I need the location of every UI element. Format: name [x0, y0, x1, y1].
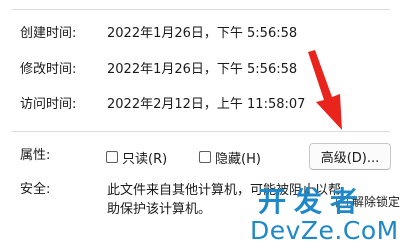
created-time-value: 2022年1月26日，下午 5:56:58	[107, 26, 298, 41]
file-properties-general-panel: 创建时间: 2022年1月26日，下午 5:56:58 修改时间: 2022年1…	[0, 0, 413, 250]
security-label: 安全:	[20, 182, 51, 197]
unblock-checkbox[interactable]: 解除锁定	[336, 193, 400, 210]
red-arrow-annotation	[308, 50, 342, 130]
unblock-checkbox-label: 解除锁定	[352, 195, 401, 209]
top-divider	[12, 9, 390, 10]
readonly-checkbox-label: 只读(R)	[122, 151, 168, 167]
attributes-label: 属性:	[20, 148, 51, 163]
readonly-checkbox[interactable]: 只读(R)	[106, 148, 168, 167]
unblock-checkbox-box[interactable]	[336, 195, 348, 208]
modified-time-value: 2022年1月26日，下午 5:56:58	[107, 62, 298, 77]
created-time-label: 创建时间:	[20, 26, 77, 41]
advanced-button[interactable]: 高级(D)...	[309, 143, 391, 170]
modified-time-label: 修改时间:	[20, 62, 77, 77]
accessed-time-label: 访问时间:	[20, 97, 77, 112]
readonly-checkbox-box[interactable]	[106, 151, 118, 163]
accessed-time-value: 2022年2月12日，上午 11:58:07	[107, 97, 306, 112]
security-message: 此文件来自其他计算机，可能被阻止以帮助保护该计算机。	[107, 183, 342, 217]
watermark-en-text: DevZe.CoM	[250, 216, 399, 245]
hidden-checkbox-box[interactable]	[199, 151, 211, 163]
advanced-button-label: 高级(D)...	[320, 151, 380, 166]
hidden-checkbox[interactable]: 隐藏(H)	[199, 148, 261, 167]
hidden-checkbox-label: 隐藏(H)	[215, 151, 261, 167]
red-arrow-shape	[308, 50, 342, 130]
middle-divider	[12, 131, 390, 132]
